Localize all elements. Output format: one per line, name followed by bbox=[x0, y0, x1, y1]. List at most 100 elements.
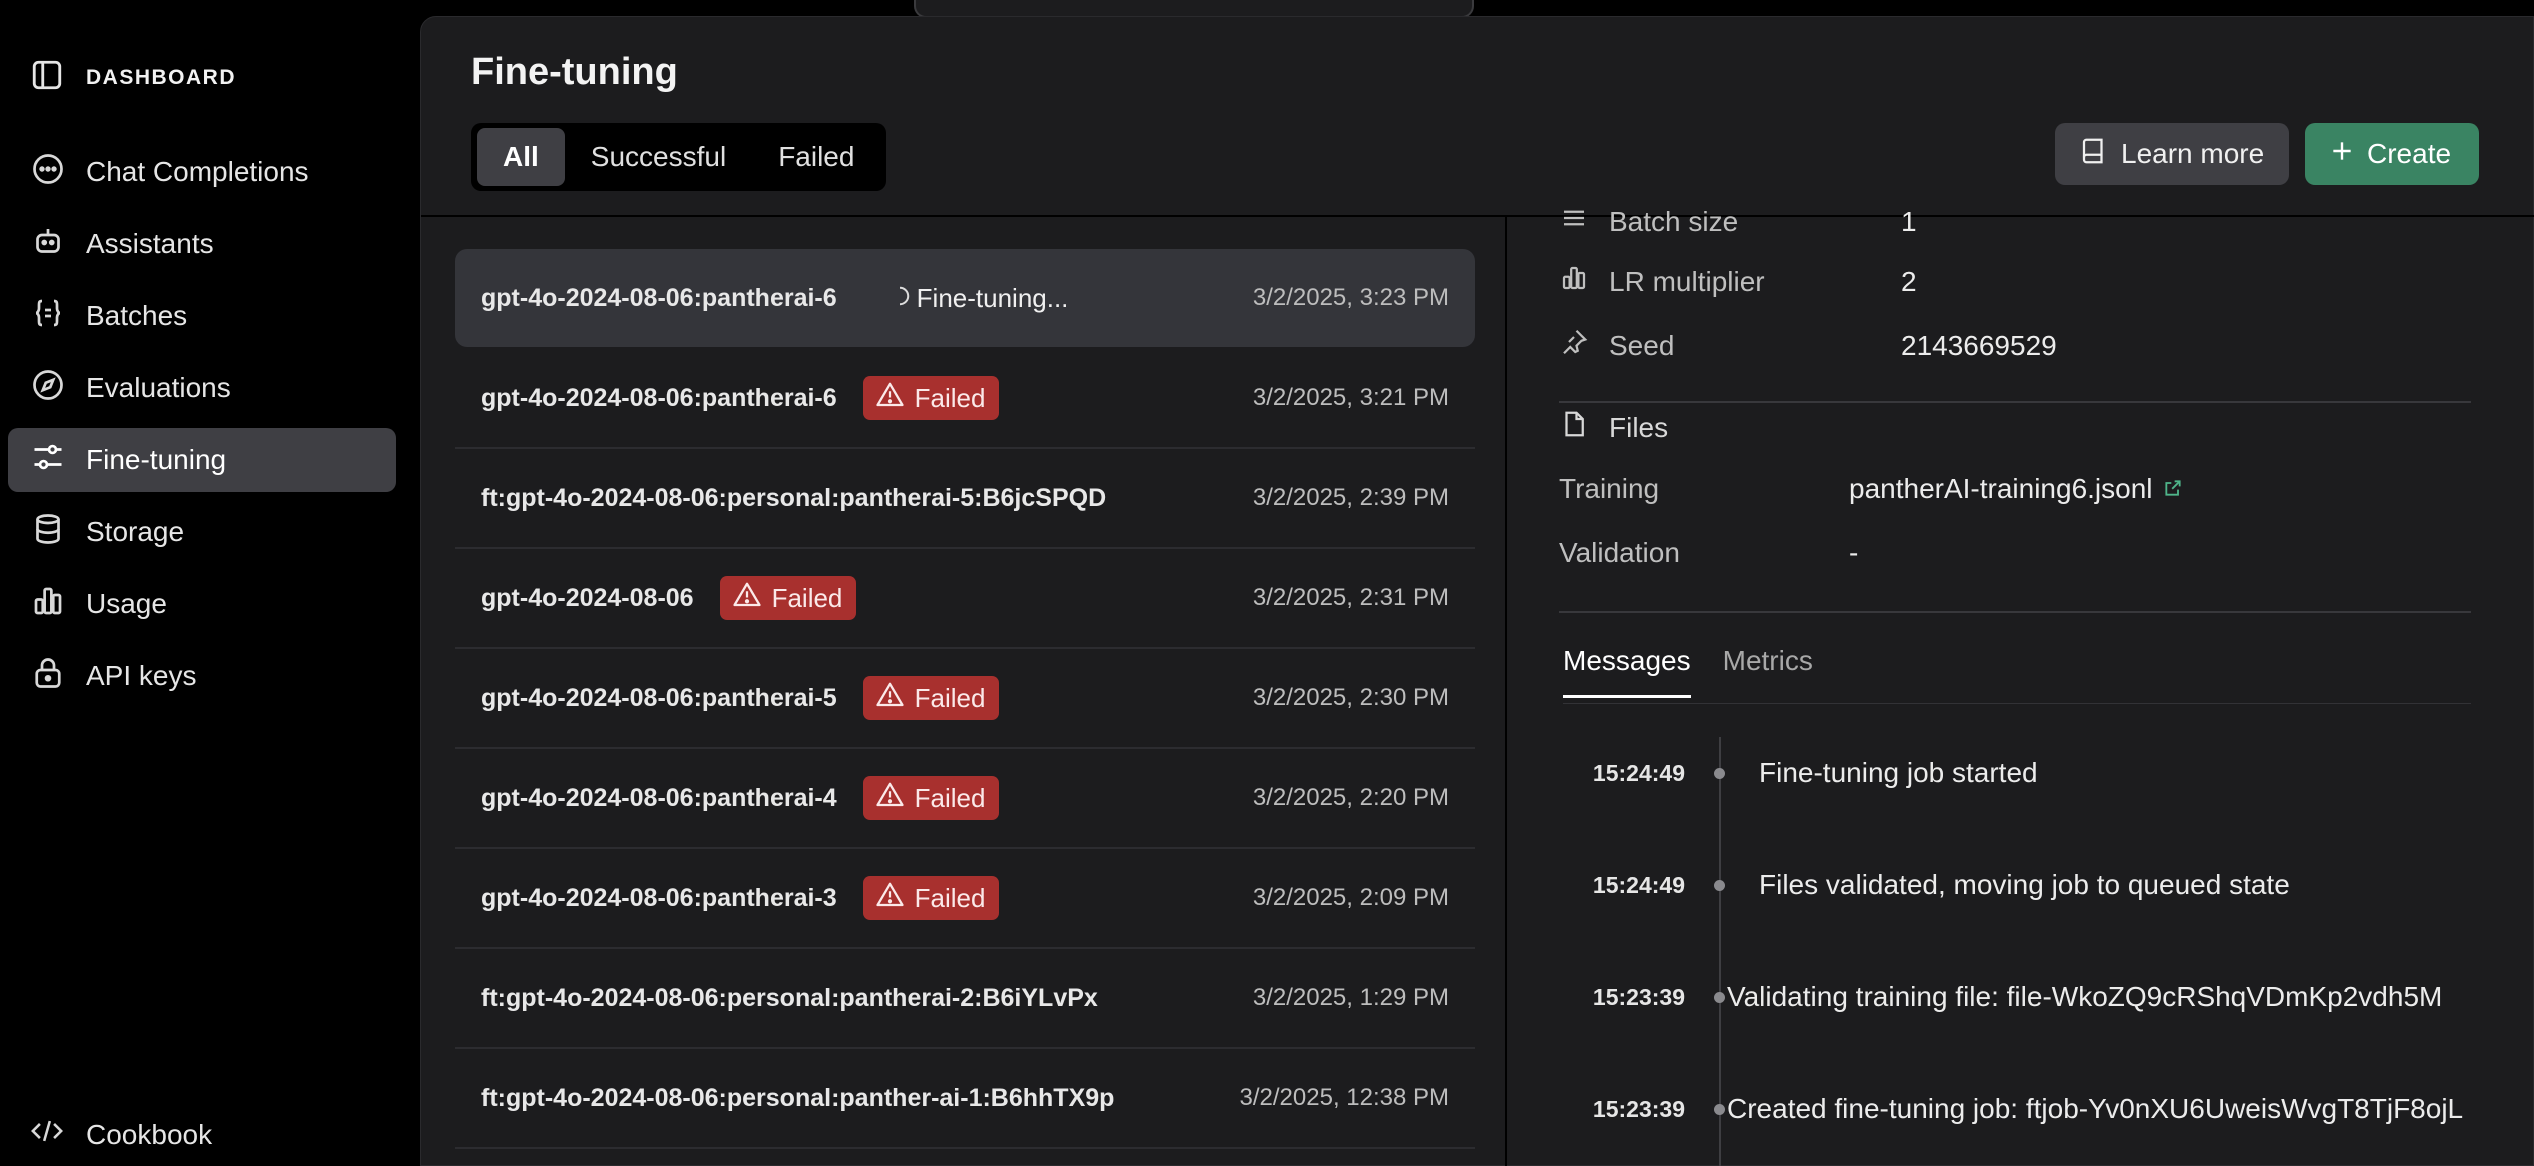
training-label: Training bbox=[1559, 473, 1660, 504]
sidebar-item-label: Chat Completions bbox=[86, 156, 309, 187]
status-badge: Failed bbox=[719, 576, 857, 620]
job-row[interactable]: gpt-4o-2024-08-06 Failed 3/2/2025, 2:31 … bbox=[455, 549, 1475, 649]
job-date: 3/2/2025, 2:30 PM bbox=[1252, 684, 1449, 711]
badge-label: Failed bbox=[914, 882, 986, 913]
job-name: gpt-4o-2024-08-06:pantherai-6 bbox=[481, 283, 837, 312]
timeline-dot bbox=[1714, 767, 1725, 779]
sidebar-title: DASHBOARD bbox=[86, 65, 236, 89]
panel-divider bbox=[1505, 217, 1507, 1166]
event-time: 15:24:49 bbox=[1592, 759, 1685, 786]
sidebar-item-batches[interactable]: Batches bbox=[8, 284, 396, 348]
sidebar-item-cookbook[interactable]: Cookbook bbox=[30, 1114, 212, 1155]
job-name: ft:gpt-4o-2024-08-06:personal:panther-ai… bbox=[481, 1083, 1115, 1112]
sidebar-toggle-icon[interactable] bbox=[30, 58, 64, 97]
training-file-link[interactable]: pantherAI-training6.jsonl bbox=[1849, 473, 2183, 505]
validation-value: - bbox=[1849, 537, 1859, 568]
sidebar-item-label: Assistants bbox=[86, 228, 214, 259]
event-message: Files validated, moving job to queued st… bbox=[1759, 869, 2290, 900]
job-date: 3/2/2025, 2:31 PM bbox=[1252, 584, 1449, 611]
job-date: 3/2/2025, 2:20 PM bbox=[1252, 784, 1449, 811]
section-divider bbox=[1559, 401, 2471, 403]
learn-more-button[interactable]: Learn more bbox=[2055, 123, 2289, 185]
filter-tabs: All Successful Failed bbox=[471, 123, 887, 191]
timeline-dot bbox=[1714, 1103, 1725, 1115]
page-title: Fine-tuning bbox=[471, 51, 678, 93]
file-icon bbox=[1559, 409, 1589, 446]
sidebar: DASHBOARD Chat Completions Assistants Ba… bbox=[0, 0, 410, 1166]
compass-icon bbox=[30, 367, 66, 410]
job-name: gpt-4o-2024-08-06:pantherai-4 bbox=[481, 783, 837, 812]
sidebar-item-usage[interactable]: Usage bbox=[8, 572, 396, 636]
event-message: Validating training file: file-WkoZQ9cRS… bbox=[1727, 981, 2443, 1012]
event-time: 15:24:49 bbox=[1592, 871, 1685, 898]
sidebar-item-label: Usage bbox=[86, 588, 167, 619]
seed-label: Seed bbox=[1609, 329, 1675, 361]
job-name: gpt-4o-2024-08-06:pantherai-3 bbox=[481, 883, 837, 912]
sidebar-item-label: Storage bbox=[86, 516, 185, 547]
job-row[interactable]: ft:gpt-4o-2024-08-06:personal:pantherai-… bbox=[455, 449, 1475, 549]
robot-icon bbox=[30, 223, 66, 266]
chat-bubble-icon bbox=[30, 151, 66, 194]
job-row[interactable]: gpt-4o-2024-08-06:pantherai-4 Failed 3/2… bbox=[455, 749, 1475, 849]
event-message: Created fine-tuning job: ftjob-Yv0nXU6Uw… bbox=[1727, 1093, 2464, 1124]
job-name: ft:gpt-4o-2024-08-06:personal:pantherai-… bbox=[481, 983, 1098, 1012]
external-link-icon bbox=[2163, 473, 2183, 505]
timeline-event: 15:23:39 Created fine-tuning job: ftjob-… bbox=[1559, 1089, 2463, 1129]
sidebar-item-api-keys[interactable]: API keys bbox=[8, 644, 396, 708]
validation-label: Validation bbox=[1559, 537, 1680, 568]
tab-metrics[interactable]: Metrics bbox=[1723, 645, 1813, 698]
sidebar-item-storage[interactable]: Storage bbox=[8, 500, 396, 564]
badge-label: Failed bbox=[914, 682, 986, 713]
book-icon bbox=[2079, 136, 2109, 173]
files-section-header: Files bbox=[1559, 409, 1668, 446]
pin-icon bbox=[1559, 327, 1589, 364]
job-row[interactable]: gpt-4o-2024-08-06:pantherai-6 Failed 3/2… bbox=[455, 349, 1475, 449]
sidebar-nav: Chat Completions Assistants Batches Eval… bbox=[8, 140, 396, 716]
job-date: 3/2/2025, 2:09 PM bbox=[1252, 884, 1449, 911]
timeline-event: 15:23:39 Validating training file: file-… bbox=[1559, 977, 2442, 1017]
sidebar-item-label: Batches bbox=[86, 300, 188, 331]
create-button[interactable]: Create bbox=[2305, 123, 2479, 185]
sidebar-item-label: Cookbook bbox=[86, 1118, 213, 1150]
sidebar-item-chat-completions[interactable]: Chat Completions bbox=[8, 140, 396, 204]
sidebar-item-label: Fine-tuning bbox=[86, 444, 227, 475]
job-row[interactable]: ft:gpt-4o-2024-08-06:personal:panther-ai… bbox=[455, 1049, 1475, 1149]
sidebar-item-assistants[interactable]: Assistants bbox=[8, 212, 396, 276]
seed-row: Seed 2143669529 bbox=[1559, 327, 2057, 364]
sliders-icon bbox=[30, 439, 66, 482]
lr-multiplier-value: 2 bbox=[1901, 265, 1917, 297]
sidebar-item-evaluations[interactable]: Evaluations bbox=[8, 356, 396, 420]
job-list: gpt-4o-2024-08-06:pantherai-6 Fine-tunin… bbox=[455, 249, 1475, 1149]
event-time: 15:23:39 bbox=[1592, 983, 1685, 1010]
sidebar-item-fine-tuning[interactable]: Fine-tuning bbox=[8, 428, 396, 492]
job-row[interactable]: gpt-4o-2024-08-06:pantherai-3 Failed 3/2… bbox=[455, 849, 1475, 949]
job-row[interactable]: gpt-4o-2024-08-06:pantherai-6 Fine-tunin… bbox=[455, 249, 1475, 347]
braces-icon bbox=[30, 295, 66, 338]
create-label: Create bbox=[2367, 138, 2452, 169]
job-row[interactable]: ft:gpt-4o-2024-08-06:personal:pantherai-… bbox=[455, 949, 1475, 1049]
tab-messages[interactable]: Messages bbox=[1563, 645, 1691, 698]
job-date: 3/2/2025, 1:29 PM bbox=[1252, 984, 1449, 1011]
job-name: gpt-4o-2024-08-06 bbox=[481, 583, 694, 612]
badge-label: Failed bbox=[914, 782, 986, 813]
tab-failed[interactable]: Failed bbox=[752, 128, 880, 186]
sidebar-header[interactable]: DASHBOARD bbox=[30, 58, 236, 97]
status-running: Fine-tuning... bbox=[889, 283, 1068, 314]
tab-all[interactable]: All bbox=[477, 128, 565, 186]
badge-label: Failed bbox=[771, 582, 843, 613]
database-icon bbox=[30, 511, 66, 554]
event-time: 15:23:39 bbox=[1592, 1095, 1685, 1122]
status-badge: Failed bbox=[862, 776, 1000, 820]
sidebar-item-label: Evaluations bbox=[86, 372, 231, 403]
tab-successful[interactable]: Successful bbox=[565, 128, 752, 186]
sidebar-item-label: API keys bbox=[86, 660, 197, 691]
job-date: 3/2/2025, 12:38 PM bbox=[1239, 1084, 1449, 1111]
detail-tabs: Messages Metrics bbox=[1563, 645, 1813, 698]
timeline-dot bbox=[1714, 879, 1725, 891]
job-row[interactable]: gpt-4o-2024-08-06:pantherai-5 Failed 3/2… bbox=[455, 649, 1475, 749]
warning-icon bbox=[875, 680, 905, 717]
bar-chart-icon bbox=[30, 583, 66, 626]
seed-value: 2143669529 bbox=[1901, 329, 2057, 361]
bar-chart-icon bbox=[1559, 263, 1589, 300]
status-badge: Failed bbox=[862, 876, 1000, 920]
